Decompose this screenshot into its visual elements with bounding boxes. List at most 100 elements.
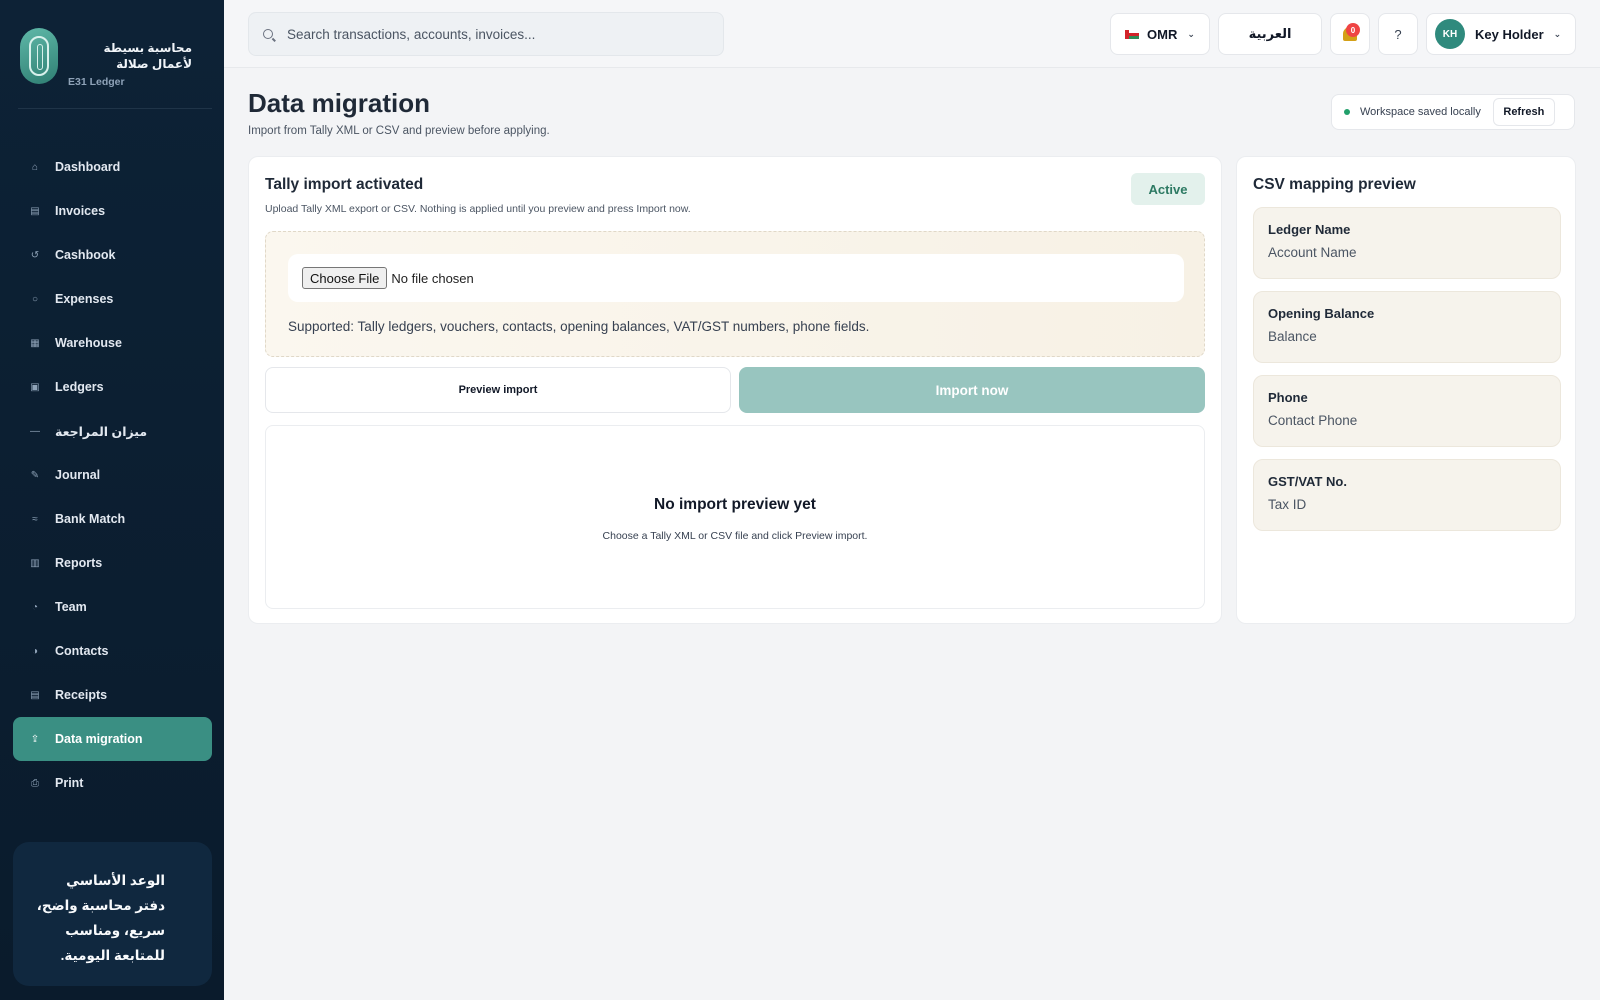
sidebar-item-cashbook[interactable]: ↺ Cashbook	[13, 233, 212, 277]
refresh-button[interactable]: Refresh	[1492, 98, 1555, 126]
empty-state-subtitle: Choose a Tally XML or CSV file and click…	[602, 530, 868, 542]
csv-mapping-card: CSV mapping preview Ledger Name Account …	[1236, 156, 1576, 624]
preview-import-button[interactable]: Preview import	[265, 367, 731, 413]
mapping-item: Ledger Name Account Name	[1253, 207, 1561, 279]
contacts-icon: ◑	[31, 645, 39, 657]
ledger-icon: ▣	[30, 381, 40, 393]
sidebar-item-label: Data migration	[55, 732, 143, 746]
save-status: Workspace saved locally Refresh	[1331, 94, 1575, 130]
mapping-source: Ledger Name	[1268, 222, 1351, 237]
sidebar-item-label: Ledgers	[55, 380, 104, 394]
sidebar-item-label: ميزان المراجعة	[55, 424, 148, 439]
divider	[18, 108, 212, 109]
sidebar-item-team[interactable]: ◔ Team	[13, 585, 212, 629]
sidebar-item-contacts[interactable]: ◑ Contacts	[13, 629, 212, 673]
file-dropzone[interactable]: Choose File No file chosen Supported: Ta…	[265, 231, 1205, 357]
import-card: Tally import activated Upload Tally XML …	[248, 156, 1222, 624]
language-label: العربية	[1248, 26, 1292, 41]
sidebar-item-label: Expenses	[55, 292, 114, 306]
notifications-button[interactable]: 0	[1330, 13, 1370, 55]
page-subtitle: Import from Tally XML or CSV and preview…	[248, 125, 550, 137]
mapping-target: Account Name	[1268, 245, 1357, 260]
promo-text: الوعد الأساسي دفتر محاسبة واضح، سريع، وم…	[36, 873, 165, 963]
sidebar-item-label: Invoices	[55, 204, 106, 218]
journal-icon: ✎	[30, 469, 40, 481]
sidebar-item-label: Dashboard	[55, 160, 121, 174]
status-badge: Active	[1131, 173, 1205, 205]
upload-icon: ⇪	[30, 733, 40, 745]
mapping-target: Contact Phone	[1268, 413, 1358, 428]
choose-file-button[interactable]: Choose File	[302, 267, 388, 289]
sidebar-item-warehouse[interactable]: ▦ Warehouse	[13, 321, 212, 365]
import-preview-empty-state: No import preview yet Choose a Tally XML…	[265, 425, 1205, 609]
mapping-item: Phone Contact Phone	[1253, 375, 1561, 447]
chevron-down-icon: ⌄	[1553, 28, 1562, 39]
sidebar-item-label: Journal	[55, 468, 101, 482]
print-icon: ⎙	[31, 777, 39, 789]
page-title: Data migration	[248, 88, 431, 118]
sidebar-item-reports[interactable]: ▥ Reports	[13, 541, 212, 585]
mapping-target: Balance	[1268, 329, 1317, 344]
bank-match-icon: ≈	[32, 513, 38, 525]
mapping-source: Opening Balance	[1268, 306, 1375, 321]
bell-icon: 0	[1343, 23, 1360, 41]
chevron-down-icon: ⌄	[1187, 28, 1195, 39]
warehouse-icon: ▦	[30, 337, 40, 349]
supported-formats-text: Supported: Tally ledgers, vouchers, cont…	[288, 319, 870, 334]
sidebar-item-journal[interactable]: ✎ Journal	[13, 453, 212, 497]
import-card-subtitle: Upload Tally XML export or CSV. Nothing …	[265, 203, 691, 215]
mapping-item: Opening Balance Balance	[1253, 291, 1561, 363]
sidebar-item-label: Print	[55, 776, 84, 790]
logo-icon	[20, 28, 58, 84]
sidebar-item-print[interactable]: ⎙ Print	[13, 761, 212, 805]
help-icon: ?	[1394, 26, 1402, 42]
sidebar-item-label: Bank Match	[55, 512, 126, 526]
sidebar-item-receipts[interactable]: ▤ Receipts	[13, 673, 212, 717]
sidebar-item-bank-match[interactable]: ≈ Bank Match	[13, 497, 212, 541]
topbar: OMR ⌄ العربية 0 ? KH Key Holder ⌄	[224, 0, 1600, 68]
language-toggle[interactable]: العربية	[1218, 13, 1322, 55]
mapping-title: CSV mapping preview	[1253, 176, 1416, 193]
sidebar-item-invoices[interactable]: ▤ Invoices	[13, 189, 212, 233]
search-icon	[263, 29, 273, 39]
receipts-icon: ▤	[30, 689, 40, 701]
mapping-target: Tax ID	[1268, 497, 1307, 512]
file-input-row: Choose File No file chosen	[288, 254, 1184, 302]
sidebar-item-label: Cashbook	[55, 248, 116, 262]
brand[interactable]: محاسبة بسيطة لأعمال صلالة E31 Ledger	[20, 28, 212, 108]
import-now-button[interactable]: Import now	[739, 367, 1205, 413]
sidebar-item-label: Contacts	[55, 644, 109, 658]
sidebar-item-data-migration[interactable]: ⇪ Data migration	[13, 717, 212, 761]
sidebar-item-label: Warehouse	[55, 336, 122, 350]
user-name: Key Holder	[1475, 26, 1544, 42]
reports-icon: ▥	[30, 557, 40, 569]
import-card-title: Tally import activated	[265, 176, 424, 193]
sidebar-item-label: Team	[55, 600, 87, 614]
user-menu[interactable]: KH Key Holder ⌄	[1426, 13, 1576, 55]
trial-balance-icon: —	[30, 425, 40, 437]
sidebar-item-trial-balance[interactable]: — ميزان المراجعة	[13, 409, 212, 453]
help-button[interactable]: ?	[1378, 13, 1418, 55]
home-icon: ⌂	[31, 161, 39, 173]
notification-badge: 0	[1346, 23, 1360, 37]
status-dot-icon	[1344, 109, 1350, 115]
brand-subtitle: E31 Ledger	[68, 76, 125, 88]
brand-name: محاسبة بسيطة لأعمال صلالة	[103, 41, 192, 71]
sidebar-item-expenses[interactable]: ○ Expenses	[13, 277, 212, 321]
search-input[interactable]	[287, 26, 707, 42]
team-icon: ◔	[31, 601, 39, 613]
mapping-source: Phone	[1268, 390, 1308, 405]
currency-label: OMR	[1147, 26, 1178, 42]
sidebar-item-dashboard[interactable]: ⌂ Dashboard	[13, 145, 212, 189]
promo-card: الوعد الأساسي دفتر محاسبة واضح، سريع، وم…	[13, 842, 212, 986]
empty-state-title: No import preview yet	[654, 496, 816, 513]
mapping-item: GST/VAT No. Tax ID	[1253, 459, 1561, 531]
sidebar: محاسبة بسيطة لأعمال صلالة E31 Ledger ⌂ Da…	[0, 0, 224, 1000]
sidebar-item-ledgers[interactable]: ▣ Ledgers	[13, 365, 212, 409]
invoice-icon: ▤	[30, 205, 40, 217]
sidebar-item-label: Reports	[55, 556, 103, 570]
expenses-icon: ○	[31, 293, 39, 305]
currency-select[interactable]: OMR ⌄	[1110, 13, 1210, 55]
status-text: Workspace saved locally	[1360, 106, 1481, 118]
search-box[interactable]	[248, 12, 724, 56]
